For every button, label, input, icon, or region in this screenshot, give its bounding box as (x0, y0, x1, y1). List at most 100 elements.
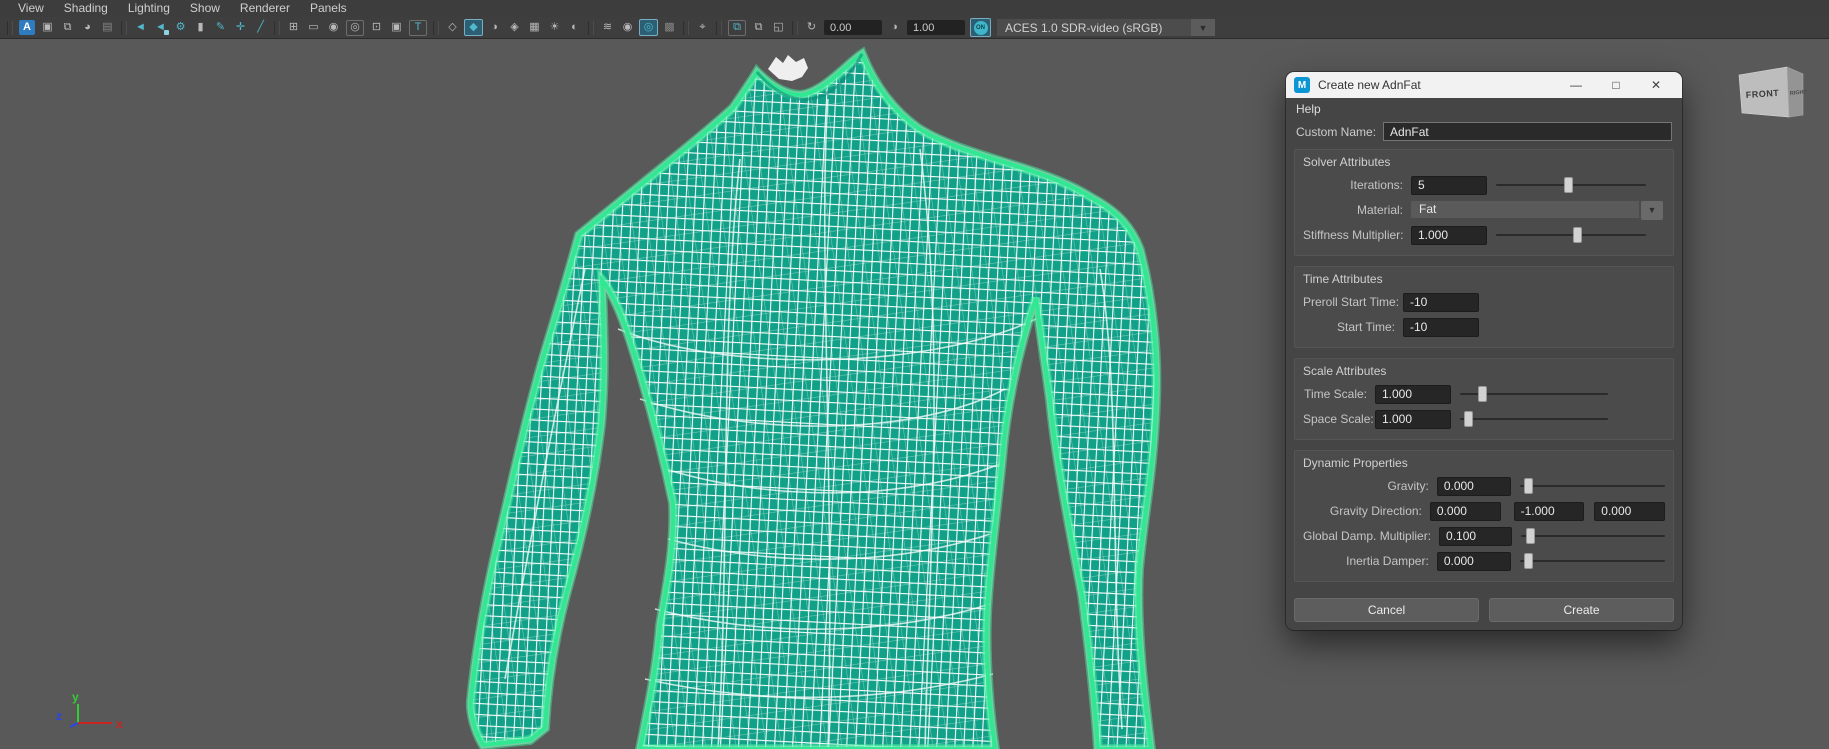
time-scale-field[interactable]: 1.000 (1375, 385, 1451, 404)
time-scale-slider[interactable] (1460, 386, 1608, 402)
color-wheel-icon[interactable]: ◕ (78, 19, 97, 36)
brush-icon[interactable]: ✎ (211, 19, 230, 36)
color-management-toggle[interactable]: ON (970, 18, 991, 37)
minimize-button[interactable]: — (1556, 72, 1596, 98)
gravity-slider[interactable] (1520, 478, 1665, 494)
gamma-icon[interactable]: ◑ (885, 19, 904, 36)
wireframe-cube-icon[interactable]: ◇ (443, 19, 462, 36)
text-hud-icon[interactable]: T (409, 20, 427, 36)
snapshot-icon[interactable]: ⧉ (749, 19, 768, 36)
create-adnfat-dialog: M Create new AdnFat — □ ✕ Help Custom Na… (1286, 72, 1682, 630)
exposure-field[interactable]: 0.00 (824, 20, 882, 35)
gravity-field[interactable]: 0.000 (1437, 477, 1511, 496)
iterations-label: Iterations: (1303, 178, 1403, 192)
menu-view[interactable]: View (8, 0, 54, 17)
stiffness-multiplier-field[interactable]: 1.000 (1411, 226, 1487, 245)
custom-name-input[interactable]: AdnFat (1383, 122, 1672, 141)
image-icon[interactable]: ▤ (98, 19, 117, 36)
gamma-field[interactable]: 1.00 (907, 20, 965, 35)
preroll-start-time-field[interactable]: -10 (1403, 293, 1479, 312)
lights-icon[interactable]: ☀ (545, 19, 564, 36)
close-button[interactable]: ✕ (1636, 72, 1676, 98)
gravity-direction-y-field[interactable]: -1.000 (1514, 502, 1585, 521)
stiffness-multiplier-slider[interactable] (1496, 227, 1646, 243)
multisample-icon[interactable]: ◎ (639, 19, 658, 36)
maximize-button[interactable]: □ (1596, 72, 1636, 98)
resolution-gate-icon[interactable]: ◉ (324, 19, 343, 36)
field-chart-icon[interactable]: ⊡ (367, 19, 386, 36)
toolbar-divider (792, 21, 798, 35)
inertia-damper-slider[interactable] (1520, 553, 1665, 569)
pencil-icon[interactable]: ╱ (251, 19, 270, 36)
ambient-occlusion-icon[interactable]: ≋ (598, 19, 617, 36)
motion-blur-icon[interactable]: ◉ (618, 19, 637, 36)
dialog-title-bar[interactable]: M Create new AdnFat — □ ✕ (1286, 72, 1682, 98)
view-cube[interactable]: FRONT RIGHT (1739, 67, 1808, 117)
stiffness-multiplier-row: Stiffness Multiplier: 1.000 (1303, 224, 1665, 246)
toolbar-group-render-quality: ≋◉◎▩ (598, 19, 679, 36)
isolate-select-icon[interactable]: ⌖ (693, 19, 712, 36)
menu-panels[interactable]: Panels (300, 0, 357, 17)
gate-mask-icon[interactable]: ◎ (346, 20, 364, 36)
annotate-a-icon[interactable]: A (19, 20, 35, 35)
section-title: Time Attributes (1303, 272, 1665, 286)
inertia-damper-row: Inertia Damper: 0.000 (1303, 550, 1665, 572)
space-scale-field[interactable]: 1.000 (1375, 410, 1451, 429)
pan-zoom-icon[interactable]: ✛ (231, 19, 250, 36)
marquee-icon[interactable]: ▣ (38, 19, 57, 36)
snapshot-export-icon[interactable]: ◱ (769, 19, 788, 36)
toolbar-divider (433, 21, 439, 35)
snapshot-active-icon[interactable]: ⧉ (728, 20, 746, 36)
iterations-row: Iterations: 5 (1303, 174, 1665, 196)
cancel-button[interactable]: Cancel (1294, 598, 1479, 622)
toolbar-divider (7, 21, 13, 35)
global-damp-multiplier-label: Global Damp. Multiplier: (1303, 529, 1431, 543)
menu-shading[interactable]: Shading (54, 0, 118, 17)
iterations-field[interactable]: 5 (1411, 176, 1487, 195)
layers-icon[interactable]: ⧉ (58, 19, 77, 36)
menu-lighting[interactable]: Lighting (118, 0, 180, 17)
iterations-slider[interactable] (1496, 177, 1646, 193)
section-title: Solver Attributes (1303, 155, 1665, 169)
grid-icon[interactable]: ⊞ (284, 19, 303, 36)
neck-tuft (768, 55, 808, 81)
shaded-cube-icon[interactable]: ◆ (464, 19, 483, 36)
textured-cube-icon[interactable]: ◈ (505, 19, 524, 36)
material-dropdown-arrow-icon[interactable]: ▼ (1641, 201, 1663, 220)
global-damp-multiplier-slider[interactable] (1521, 528, 1665, 544)
material-dropdown[interactable]: Fat ▼ (1411, 201, 1663, 220)
colorspace-dropdown[interactable]: ACES 1.0 SDR-video (sRGB) (997, 19, 1191, 36)
help-menu[interactable]: Help (1296, 102, 1321, 116)
time-attributes-section: Time Attributes Preroll Start Time: -10 … (1294, 266, 1674, 348)
create-button[interactable]: Create (1489, 598, 1674, 622)
image-plane-icon[interactable]: ▣ (387, 19, 406, 36)
film-gate-icon[interactable]: ▭ (304, 19, 323, 36)
camera-attributes-icon[interactable]: ⚙ (171, 19, 190, 36)
global-damp-multiplier-row: Global Damp. Multiplier: 0.100 (1303, 525, 1665, 547)
camera-icon[interactable]: ◄ (131, 19, 150, 36)
inertia-damper-field[interactable]: 0.000 (1437, 552, 1511, 571)
half-shaded-icon[interactable]: ◑ (485, 19, 504, 36)
menu-renderer[interactable]: Renderer (230, 0, 300, 17)
colorspace-dropdown-arrow-icon[interactable]: ▼ (1191, 19, 1215, 36)
shadows-icon[interactable]: ◐ (565, 19, 584, 36)
bookmark-icon[interactable]: ▮ (191, 19, 210, 36)
gravity-direction-x-field[interactable]: 0.000 (1430, 502, 1501, 521)
global-damp-multiplier-field[interactable]: 0.100 (1439, 527, 1512, 546)
dialog-buttons-row: Cancel Create (1294, 598, 1674, 622)
toolbar-group-select: A▣⧉◕▤ (17, 19, 117, 36)
space-scale-row: Space Scale: 1.000 (1303, 408, 1665, 430)
axis-z-label: z (56, 709, 62, 723)
toolbar-divider (716, 21, 722, 35)
start-time-field[interactable]: -10 (1403, 318, 1479, 337)
toolbar-divider (683, 21, 689, 35)
menu-show[interactable]: Show (180, 0, 230, 17)
exposure-icon[interactable]: ↻ (802, 19, 821, 36)
toolbar-divider (588, 21, 594, 35)
aa-quality-icon[interactable]: ▩ (660, 19, 679, 36)
space-scale-slider[interactable] (1460, 411, 1608, 427)
gravity-direction-z-field[interactable]: 0.000 (1594, 502, 1665, 521)
wireframe-body-mesh[interactable] (471, 54, 1157, 749)
camera-lock-icon[interactable]: ◄ (151, 19, 170, 36)
checker-icon[interactable]: ▦ (525, 19, 544, 36)
